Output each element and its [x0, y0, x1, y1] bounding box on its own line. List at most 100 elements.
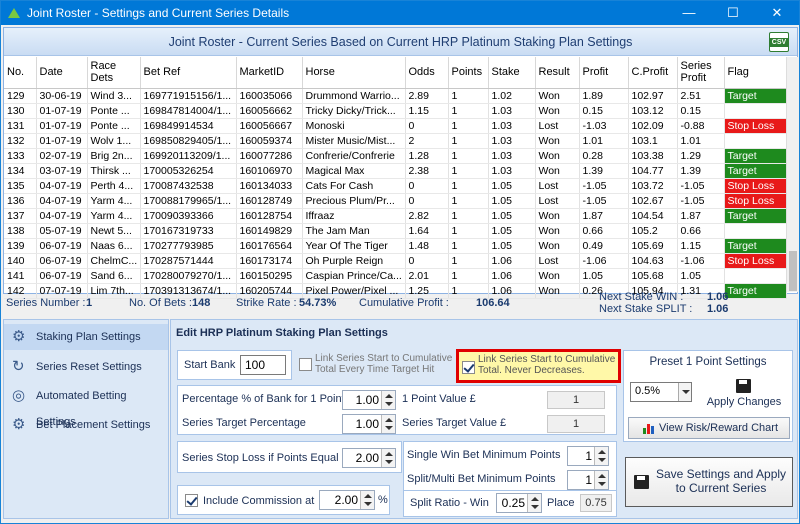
column-header[interactable]: Horse	[302, 57, 406, 89]
table-row[interactable]: 134 03-07-19 Thirsk ... 170005326254 1601069…	[4, 163, 787, 179]
series-target-pct-stepper[interactable]: 1.00	[342, 414, 396, 434]
start-bank-input[interactable]: 100	[240, 355, 286, 375]
sidebar-item-bet-placement[interactable]: ⚙ Bet Placement Settings	[4, 412, 168, 438]
table-cell: 01-07-19	[36, 103, 88, 119]
table-cell: 1.05	[579, 268, 629, 284]
grid-title: Joint Roster - Current Series Based on C…	[4, 28, 797, 56]
save-settings-button[interactable]: Save Settings and Apply to Current Serie…	[625, 457, 793, 507]
series-summary-bar: Series Number : 1 No. Of Bets : 148 Stri…	[1, 291, 800, 316]
column-header[interactable]: No.	[4, 57, 37, 89]
link-never-decreases-label: Link Series Start to Cumulative Total. N…	[478, 354, 616, 376]
column-header[interactable]: Result	[535, 57, 580, 89]
split-ratio-win-stepper[interactable]: 0.25	[496, 493, 542, 513]
table-cell: Ponte ...	[87, 118, 141, 134]
table-cell: 170280079270/1...	[140, 268, 237, 284]
table-row[interactable]: 135 04-07-19 Perth 4... 170087432538 1601340…	[4, 178, 787, 194]
table-row[interactable]: 137 04-07-19 Yarm 4... 170090393366 16012875…	[4, 208, 787, 224]
flag-cell	[724, 133, 787, 149]
table-cell: Cats For Cash	[302, 178, 406, 194]
commission-stepper[interactable]: 2.00	[319, 490, 375, 510]
table-cell: ChelmC...	[87, 253, 141, 269]
table-cell: 169849914534	[140, 118, 237, 134]
table-cell: Lost	[535, 253, 580, 269]
stepper-arrows[interactable]	[527, 494, 541, 512]
table-cell: -1.06	[677, 253, 725, 269]
table-cell: 134	[4, 163, 37, 179]
table-cell: 102.09	[628, 118, 678, 134]
table-cell: 1	[448, 148, 489, 164]
csv-icon-label: CSV	[770, 38, 788, 47]
sidebar-item-series-reset[interactable]: ↻ Series Reset Settings	[4, 354, 168, 380]
column-header[interactable]: Race Dets	[87, 57, 141, 89]
stepper-arrows[interactable]	[381, 415, 395, 433]
globe-icon: ◎	[12, 387, 26, 404]
pct-bank-stepper[interactable]: 1.00	[342, 390, 396, 410]
table-cell: 160106970	[236, 163, 303, 179]
maximize-button[interactable]: ☐	[711, 1, 755, 25]
preset-select[interactable]: 0.5%	[630, 382, 692, 402]
preset-select-value: 0.5%	[635, 385, 661, 397]
table-cell: -1.03	[579, 118, 629, 134]
link-cumulative-checkbox[interactable]	[299, 358, 312, 371]
table-cell: Thirsk ...	[87, 163, 141, 179]
grid-vertical-scrollbar[interactable]	[786, 57, 798, 292]
minimize-button[interactable]: —	[667, 1, 711, 25]
series-number-label: Series Number :	[6, 297, 86, 309]
commission-checkbox[interactable]	[185, 494, 198, 507]
view-risk-reward-button[interactable]: View Risk/Reward Chart	[628, 417, 790, 439]
flag-cell: Stop Loss	[724, 118, 787, 134]
link-never-decreases-checkbox[interactable]	[462, 361, 475, 374]
table-row[interactable]: 133 02-07-19 Brig 2n... 169920113209/1... 16…	[4, 148, 787, 164]
table-row[interactable]: 129 30-06-19 Wind 3... 169771915156/1... 160…	[4, 88, 787, 104]
column-header[interactable]: Series Profit	[677, 57, 725, 89]
stepper-arrows[interactable]	[594, 471, 608, 489]
bets-label: No. Of Bets :	[129, 297, 192, 309]
table-cell: 1.05	[488, 178, 536, 194]
sidebar-item-staking-plan[interactable]: ⚙ Staking Plan Settings	[4, 324, 168, 350]
table-cell: 30-06-19	[36, 88, 88, 104]
stepper-arrows[interactable]	[381, 391, 395, 409]
close-button[interactable]: ✕	[755, 1, 799, 25]
table-row[interactable]: 141 06-07-19 Sand 6... 170280079270/1... 160…	[4, 268, 787, 284]
table-row[interactable]: 140 06-07-19 ChelmC... 170287571444 16017317…	[4, 253, 787, 269]
table-row[interactable]: 138 05-07-19 Newt 5... 170167319733 16014982…	[4, 223, 787, 239]
chevron-down-icon[interactable]	[678, 383, 691, 401]
table-row[interactable]: 136 04-07-19 Yarm 4... 170088179965/1... 160…	[4, 193, 787, 209]
column-header[interactable]: Points	[448, 57, 489, 89]
single-win-stepper[interactable]: 1	[567, 446, 609, 466]
table-cell: 01-07-19	[36, 133, 88, 149]
table-cell: Wolv 1...	[87, 133, 141, 149]
column-header[interactable]: Odds	[405, 57, 449, 89]
stepper-arrows[interactable]	[594, 447, 608, 465]
table-cell: 01-07-19	[36, 118, 88, 134]
bank-percentage-group: Percentage % of Bank for 1 Point 1.00 Se…	[177, 385, 402, 435]
table-row[interactable]: 132 01-07-19 Wolv 1... 169850829405/1... 160…	[4, 133, 787, 149]
sidebar-item-automated-betting[interactable]: ◎ Automated Betting Settings	[4, 383, 168, 429]
table-cell: 170277793985	[140, 238, 237, 254]
apply-changes-button[interactable]: Apply Changes	[700, 377, 788, 413]
table-cell: 103.1	[628, 133, 678, 149]
column-header[interactable]: Bet Ref	[140, 57, 237, 89]
table-row[interactable]: 130 01-07-19 Ponte ... 169847814004/1... 160…	[4, 103, 787, 119]
column-header[interactable]: C.Profit	[628, 57, 678, 89]
column-header[interactable]: MarketID	[236, 57, 303, 89]
column-header[interactable]: Flag	[724, 57, 787, 89]
split-multi-stepper[interactable]: 1	[567, 470, 609, 490]
commission-unit: %	[378, 494, 388, 506]
stepper-arrows[interactable]	[381, 449, 395, 467]
point-value-label: 1 Point Value £	[402, 393, 476, 405]
column-header[interactable]: Date	[36, 57, 88, 89]
stepper-arrows[interactable]	[360, 491, 374, 509]
series-target-pct-value: 1.00	[355, 417, 379, 431]
scrollbar-thumb[interactable]	[789, 251, 797, 291]
column-header[interactable]: Profit	[579, 57, 629, 89]
table-row[interactable]: 139 06-07-19 Naas 6... 170277793985 16017656…	[4, 238, 787, 254]
table-row[interactable]: 131 01-07-19 Ponte ... 169849914534 16005666…	[4, 118, 787, 134]
table-cell: 160128749	[236, 193, 303, 209]
column-header[interactable]: Stake	[488, 57, 536, 89]
table-cell: 136	[4, 193, 37, 209]
bar-chart-icon	[643, 423, 655, 434]
stop-loss-stepper[interactable]: 2.00	[342, 448, 396, 468]
csv-export-icon[interactable]: CSV	[769, 32, 789, 52]
table-cell: 1.64	[405, 223, 449, 239]
